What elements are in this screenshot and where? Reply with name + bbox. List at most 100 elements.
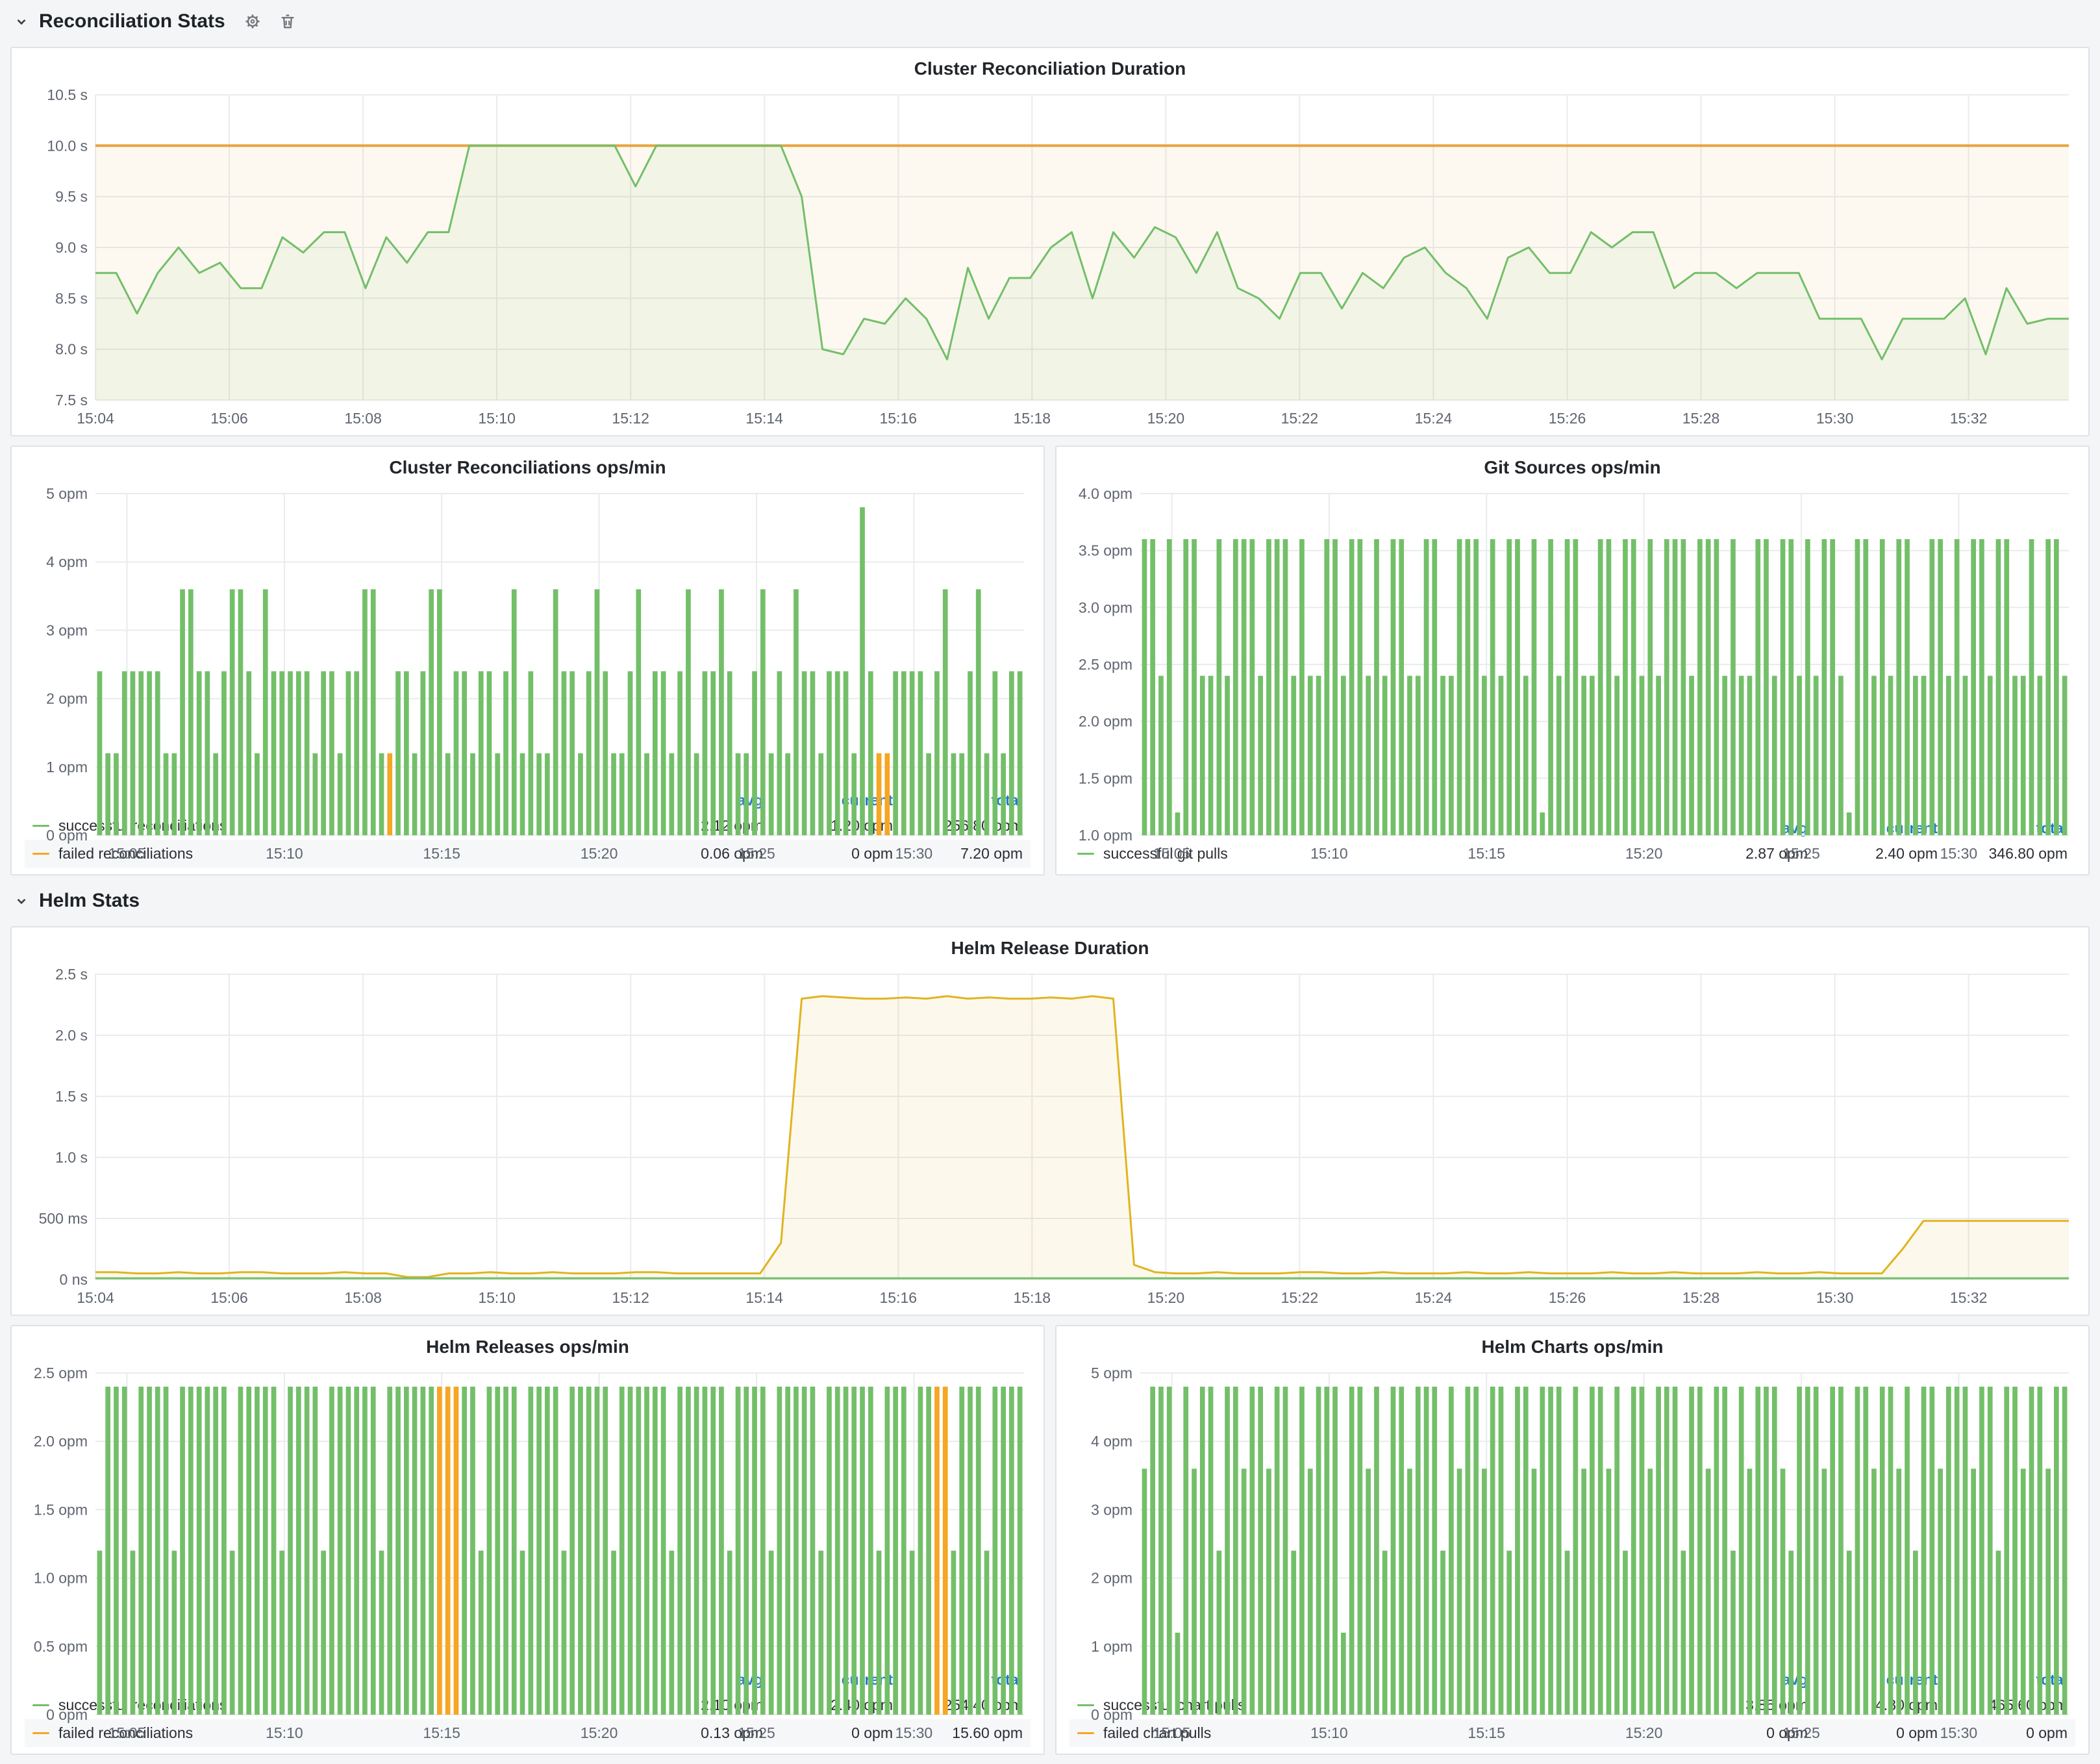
svg-text:15:15: 15:15	[423, 845, 460, 862]
svg-text:15:30: 15:30	[1816, 1289, 1854, 1306]
svg-text:15:12: 15:12	[612, 1289, 649, 1306]
svg-text:15:05: 15:05	[1153, 1724, 1191, 1741]
svg-text:0 opm: 0 opm	[1091, 1706, 1132, 1723]
collapse-chevron-icon	[13, 892, 30, 909]
svg-text:0.5 opm: 0.5 opm	[34, 1638, 88, 1655]
panel-cluster-reconciliation-duration: Cluster Reconciliation Duration 15:0415:…	[10, 47, 2090, 436]
svg-text:15:05: 15:05	[108, 1724, 146, 1741]
panel-helm-releases-opm: Helm Releases ops/min 15:0515:1015:1515:…	[10, 1325, 1045, 1755]
svg-text:15:10: 15:10	[1310, 845, 1348, 862]
svg-text:15:24: 15:24	[1415, 410, 1453, 427]
panel-helm-charts-opm: Helm Charts ops/min 15:0515:1015:1515:20…	[1055, 1325, 2090, 1755]
svg-text:15:30: 15:30	[895, 1724, 933, 1741]
panel-title[interactable]: Helm Release Duration	[21, 934, 2079, 965]
svg-text:15:15: 15:15	[423, 1724, 460, 1741]
svg-text:15:20: 15:20	[581, 845, 618, 862]
svg-text:1.5 opm: 1.5 opm	[1079, 770, 1132, 787]
svg-text:1 opm: 1 opm	[46, 759, 88, 775]
helm-charts-opm-chart[interactable]: 15:0515:1015:1515:2015:2515:305 opm4 opm…	[1066, 1364, 2079, 1666]
row-title: Reconciliation Stats	[39, 10, 225, 32]
svg-text:15:28: 15:28	[1682, 410, 1720, 427]
svg-text:15:05: 15:05	[108, 845, 146, 862]
git-sources-opm-chart[interactable]: 15:0515:1015:1515:2015:2515:304.0 opm3.5…	[1066, 485, 2079, 814]
svg-text:9.0 s: 9.0 s	[55, 239, 88, 256]
svg-text:5 opm: 5 opm	[46, 485, 88, 502]
svg-text:15:10: 15:10	[1310, 1724, 1348, 1741]
svg-text:10.5 s: 10.5 s	[47, 86, 88, 103]
chart-svg: 15:0415:0615:0815:1015:1215:1415:1615:18…	[21, 965, 2079, 1309]
row-header-helm-stats[interactable]: Helm Stats	[10, 885, 2090, 917]
row-actions	[244, 12, 297, 31]
svg-text:7.5 s: 7.5 s	[55, 392, 88, 409]
gear-icon[interactable]	[244, 12, 262, 31]
panel-row: Cluster Reconciliations ops/min 15:0515:…	[10, 446, 2090, 876]
svg-text:15:30: 15:30	[895, 845, 933, 862]
panel-git-sources-opm: Git Sources ops/min 15:0515:1015:1515:20…	[1055, 446, 2090, 876]
row-title: Helm Stats	[39, 890, 140, 912]
svg-text:15:20: 15:20	[1625, 845, 1663, 862]
row-header-reconciliation-stats[interactable]: Reconciliation Stats	[10, 5, 2090, 38]
svg-text:15:08: 15:08	[344, 1289, 382, 1306]
svg-text:3.5 opm: 3.5 opm	[1079, 542, 1132, 559]
svg-text:15:25: 15:25	[738, 1724, 775, 1741]
svg-text:15:10: 15:10	[478, 410, 516, 427]
helm-release-duration-chart[interactable]: 15:0415:0615:0815:1015:1215:1415:1615:18…	[21, 965, 2079, 1309]
helm-releases-opm-chart[interactable]: 15:0515:1015:1515:2015:2515:302.5 opm2.0…	[21, 1364, 1034, 1666]
panel-title[interactable]: Helm Releases ops/min	[21, 1333, 1034, 1364]
svg-text:1 opm: 1 opm	[1091, 1638, 1132, 1655]
panel-row: Helm Releases ops/min 15:0515:1015:1515:…	[10, 1325, 2090, 1755]
svg-text:0 ns: 0 ns	[60, 1271, 88, 1288]
svg-text:500 ms: 500 ms	[39, 1210, 88, 1227]
svg-text:15:12: 15:12	[612, 410, 649, 427]
svg-text:15:25: 15:25	[1782, 845, 1820, 862]
svg-text:4 opm: 4 opm	[46, 553, 88, 570]
svg-text:2.5 s: 2.5 s	[55, 966, 88, 983]
panel-title[interactable]: Cluster Reconciliation Duration	[21, 55, 2079, 86]
svg-text:15:06: 15:06	[210, 1289, 248, 1306]
svg-text:15:24: 15:24	[1415, 1289, 1453, 1306]
svg-text:15:18: 15:18	[1014, 410, 1051, 427]
svg-text:5 opm: 5 opm	[1091, 1365, 1132, 1381]
svg-text:15:04: 15:04	[77, 1289, 114, 1306]
svg-text:15:25: 15:25	[738, 845, 775, 862]
svg-text:2 opm: 2 opm	[1091, 1570, 1132, 1587]
svg-text:15:10: 15:10	[478, 1289, 516, 1306]
svg-text:2.0 opm: 2.0 opm	[34, 1433, 88, 1450]
chart-svg: 15:0415:0615:0815:1015:1215:1415:1615:18…	[21, 86, 2079, 430]
svg-text:15:26: 15:26	[1549, 410, 1586, 427]
svg-text:15:30: 15:30	[1940, 845, 1978, 862]
panel-title[interactable]: Helm Charts ops/min	[1066, 1333, 2079, 1364]
svg-text:15:06: 15:06	[210, 410, 248, 427]
svg-text:15:05: 15:05	[1153, 845, 1191, 862]
svg-text:9.5 s: 9.5 s	[55, 188, 88, 205]
chart-svg: 15:0515:1015:1515:2015:2515:305 opm4 opm…	[21, 485, 1034, 865]
svg-text:15:08: 15:08	[344, 410, 382, 427]
svg-text:0 opm: 0 opm	[46, 827, 88, 844]
svg-text:15:28: 15:28	[1682, 1289, 1720, 1306]
panel-title[interactable]: Cluster Reconciliations ops/min	[21, 453, 1034, 485]
svg-text:4 opm: 4 opm	[1091, 1433, 1132, 1450]
svg-text:15:30: 15:30	[1940, 1724, 1978, 1741]
dashboard: Reconciliation Stats Cluster Reconciliat…	[0, 0, 2100, 1760]
svg-text:1.5 s: 1.5 s	[55, 1088, 88, 1105]
panel-title[interactable]: Git Sources ops/min	[1066, 453, 2079, 485]
svg-text:15:30: 15:30	[1816, 410, 1854, 427]
cluster-reconciliation-duration-chart[interactable]: 15:0415:0615:0815:1015:1215:1415:1615:18…	[21, 86, 2079, 430]
svg-text:1.5 opm: 1.5 opm	[34, 1501, 88, 1518]
svg-text:1.0 s: 1.0 s	[55, 1149, 88, 1166]
panel-cluster-reconciliations-opm: Cluster Reconciliations ops/min 15:05 15:…	[10, 446, 1045, 876]
svg-text:3 opm: 3 opm	[46, 622, 88, 638]
cluster-reconciliations-opm-chart[interactable]: 15:0515:1015:1515:2015:2515:305 opm4 opm…	[21, 485, 1034, 787]
chart-svg: 15:0515:1015:1515:2015:2515:302.5 opm2.0…	[21, 1364, 1034, 1745]
svg-text:15:14: 15:14	[745, 410, 783, 427]
svg-text:15:25: 15:25	[1782, 1724, 1820, 1741]
svg-text:1.0 opm: 1.0 opm	[1079, 827, 1132, 844]
svg-text:2.5 opm: 2.5 opm	[34, 1365, 88, 1381]
svg-text:15:32: 15:32	[1950, 410, 1988, 427]
svg-text:10.0 s: 10.0 s	[47, 137, 88, 154]
svg-text:3 opm: 3 opm	[1091, 1501, 1132, 1518]
chart-svg: 15:0515:1015:1515:2015:2515:305 opm4 opm…	[1066, 1364, 2079, 1745]
svg-text:1.0 opm: 1.0 opm	[34, 1570, 88, 1587]
svg-text:8.0 s: 8.0 s	[55, 341, 88, 358]
trash-icon[interactable]	[279, 12, 297, 31]
